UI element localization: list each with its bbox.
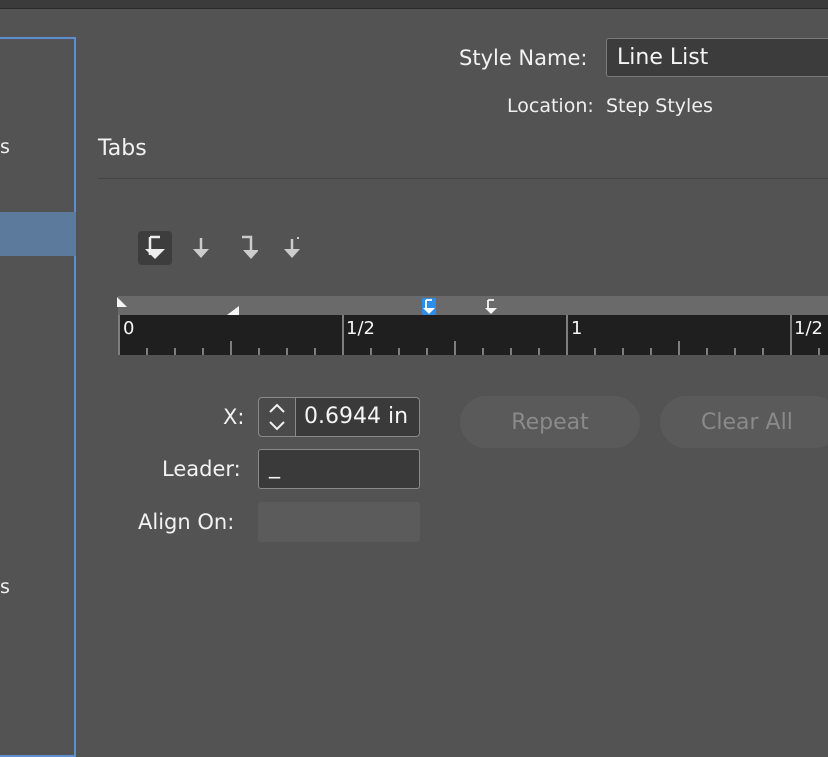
first-line-indent-marker[interactable]: [116, 296, 128, 308]
align-on-character-tab-button[interactable]: [276, 231, 310, 265]
align-on-label: Align On:: [138, 510, 235, 534]
window-top-strip: [0, 0, 828, 9]
section-title: Tabs: [98, 136, 147, 161]
tab-marker-strip[interactable]: [118, 296, 828, 315]
style-name-label: Style Name:: [459, 46, 588, 70]
clear-all-button[interactable]: Clear All: [660, 396, 828, 448]
center-justified-tab-icon: [193, 238, 209, 258]
selected-tab-stop[interactable]: [422, 298, 436, 315]
left-justified-tab-icon: [423, 299, 435, 314]
right-justified-tab-icon: [242, 235, 258, 259]
style-name-input[interactable]: Line List: [606, 38, 828, 77]
ruler-label: 1: [571, 318, 583, 339]
x-position-label: X:: [223, 405, 245, 429]
repeat-button[interactable]: Repeat: [460, 396, 640, 448]
sidebar-selected-item[interactable]: [0, 212, 76, 256]
x-position-input[interactable]: 0.6944 in: [295, 397, 420, 437]
align-on-character-tab-icon: [284, 237, 300, 258]
ruler-label: 0: [123, 318, 135, 339]
leader-input[interactable]: _: [258, 449, 420, 489]
leader-label: Leader:: [162, 457, 241, 481]
align-on-input[interactable]: [258, 502, 420, 542]
sidebar-item-label[interactable]: s: [0, 136, 10, 158]
ruler-ticks: [118, 315, 820, 355]
location-value: Step Styles: [606, 95, 713, 117]
ruler-label: 1/2: [794, 318, 823, 339]
stepper-arrows-icon: [269, 403, 285, 431]
center-justified-tab-button[interactable]: [184, 231, 218, 265]
x-position-stepper[interactable]: [258, 397, 296, 437]
left-justified-tab-button[interactable]: [138, 231, 172, 265]
left-justified-tab-icon: [145, 235, 165, 259]
ruler-label: 1/2: [346, 318, 375, 339]
tab-ruler[interactable]: 0 1/2 1 1/2: [118, 315, 828, 355]
sidebar-item-label[interactable]: s: [0, 576, 10, 598]
style-list-sidebar[interactable]: [0, 37, 76, 757]
tab-stop-marker[interactable]: [484, 298, 498, 315]
location-label: Location:: [507, 95, 594, 117]
right-justified-tab-button[interactable]: [231, 231, 265, 265]
section-divider: [98, 178, 828, 179]
